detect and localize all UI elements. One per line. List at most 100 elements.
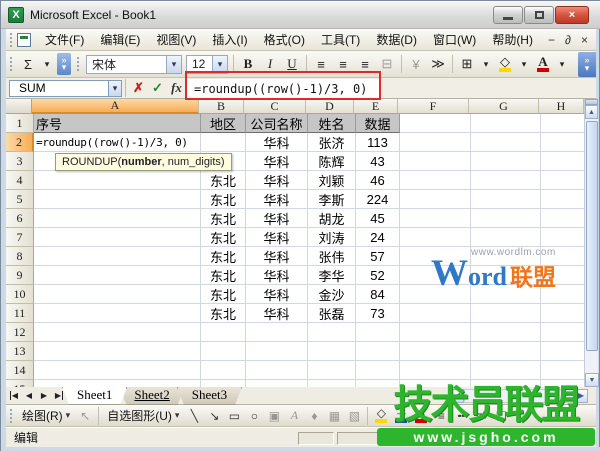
cell-B11[interactable]: 东北: [201, 304, 246, 323]
cell-A10[interactable]: [34, 285, 201, 304]
arrow-icon[interactable]: ↘: [205, 407, 223, 425]
column-header-H[interactable]: H: [539, 99, 584, 114]
maximize-button[interactable]: [524, 6, 554, 24]
merge-center-button[interactable]: ⊟: [377, 54, 397, 74]
cell-A2[interactable]: =roundup((row()-1)/3, 0): [34, 133, 201, 152]
clip-art-icon[interactable]: ▦: [325, 407, 343, 425]
cell-C10[interactable]: 华科: [246, 285, 308, 304]
cell-H1[interactable]: [541, 114, 584, 133]
cell-G10[interactable]: [471, 285, 541, 304]
cell-G2[interactable]: [471, 133, 541, 152]
cell-H7[interactable]: [541, 228, 584, 247]
cell-A4[interactable]: [34, 171, 201, 190]
cell-C4[interactable]: 华科: [246, 171, 308, 190]
cell-G11[interactable]: [471, 304, 541, 323]
cell-C2[interactable]: 华科: [246, 133, 308, 152]
vertical-scrollbar[interactable]: ▲ ▼: [584, 99, 598, 387]
wordart-icon[interactable]: A: [285, 407, 303, 425]
cell-G8[interactable]: [471, 247, 541, 266]
horizontal-scrollbar[interactable]: [464, 389, 574, 403]
cell-C15[interactable]: [246, 380, 308, 387]
cell-E2[interactable]: 113: [356, 133, 400, 152]
cell-D10[interactable]: 金沙: [308, 285, 356, 304]
cell-G6[interactable]: [471, 209, 541, 228]
toolbar-grip[interactable]: [10, 57, 13, 71]
cell-B14[interactable]: [201, 361, 246, 380]
menu-item[interactable]: 窗口(W): [425, 28, 484, 51]
row-header-6[interactable]: 6: [6, 209, 34, 228]
bold-button[interactable]: B: [238, 54, 258, 74]
cell-A13[interactable]: [34, 342, 201, 361]
cell-E5[interactable]: 224: [356, 190, 400, 209]
cell-E3[interactable]: 43: [356, 152, 400, 171]
font-color-button[interactable]: A: [533, 54, 553, 74]
cell-E4[interactable]: 46: [356, 171, 400, 190]
cell-E6[interactable]: 45: [356, 209, 400, 228]
cell-B5[interactable]: 东北: [201, 190, 246, 209]
cell-D15[interactable]: [308, 380, 356, 387]
cell-G4[interactable]: [471, 171, 541, 190]
oval-icon[interactable]: ○: [245, 407, 263, 425]
increase-indent-button[interactable]: ≫: [428, 54, 448, 74]
cell-D6[interactable]: 胡龙: [308, 209, 356, 228]
diagram-icon[interactable]: ♦: [305, 407, 323, 425]
cell-G3[interactable]: [471, 152, 541, 171]
borders-button[interactable]: ⊞: [457, 54, 477, 74]
menu-item[interactable]: 插入(I): [204, 28, 255, 51]
sheet-tab-sheet2[interactable]: Sheet2: [119, 387, 184, 405]
cell-G13[interactable]: [471, 342, 541, 361]
cell-D13[interactable]: [308, 342, 356, 361]
insert-function-icon[interactable]: fx: [168, 80, 185, 97]
toolbar-options-icon[interactable]: »▾: [57, 53, 71, 75]
cell-C12[interactable]: [246, 323, 308, 342]
cell-F2[interactable]: [400, 133, 471, 152]
cell-B1[interactable]: 地区: [201, 114, 246, 133]
cell-F6[interactable]: [400, 209, 471, 228]
cell-B9[interactable]: 东北: [201, 266, 246, 285]
cell-B13[interactable]: [201, 342, 246, 361]
row-header-3[interactable]: 3: [6, 152, 34, 171]
cell-D9[interactable]: 李华: [308, 266, 356, 285]
shape-fill-icon[interactable]: ◇: [372, 407, 390, 425]
scroll-up-icon[interactable]: ▲: [585, 105, 598, 119]
cell-H4[interactable]: [541, 171, 584, 190]
select-all-corner[interactable]: [6, 99, 32, 114]
row-header-15[interactable]: 15: [6, 380, 34, 387]
row-header-14[interactable]: 14: [6, 361, 34, 380]
cell-B4[interactable]: 东北: [201, 171, 246, 190]
cell-D12[interactable]: [308, 323, 356, 342]
cell-C9[interactable]: 华科: [246, 266, 308, 285]
column-header-A[interactable]: A: [32, 99, 199, 114]
row-header-12[interactable]: 12: [6, 323, 34, 342]
toolbar-options-icon[interactable]: »▾: [578, 52, 596, 77]
cell-A14[interactable]: [34, 361, 201, 380]
cell-H8[interactable]: [541, 247, 584, 266]
line-color-icon[interactable]: —: [392, 407, 410, 425]
borders-dropdown-icon[interactable]: ▾: [479, 54, 493, 74]
name-box-dropdown-icon[interactable]: ▾: [109, 80, 122, 97]
menu-item[interactable]: 帮助(H): [484, 28, 541, 51]
next-sheet-button[interactable]: ▶: [37, 389, 51, 403]
row-header-1[interactable]: 1: [6, 114, 34, 133]
select-objects-icon[interactable]: ↖: [76, 407, 94, 425]
cell-F8[interactable]: [400, 247, 471, 266]
line-style-icon[interactable]: ≡: [432, 407, 450, 425]
cell-D4[interactable]: 刘颖: [308, 171, 356, 190]
font-size-select[interactable]: 12▾: [186, 55, 228, 74]
cell-E1[interactable]: 数据: [356, 114, 400, 133]
cell-C6[interactable]: 华科: [246, 209, 308, 228]
cell-H9[interactable]: [541, 266, 584, 285]
cell-E15[interactable]: [356, 380, 400, 387]
cell-F13[interactable]: [400, 342, 471, 361]
sheet-tab-sheet3[interactable]: Sheet3: [177, 387, 242, 405]
row-header-13[interactable]: 13: [6, 342, 34, 361]
cell-F9[interactable]: [400, 266, 471, 285]
menu-item[interactable]: 数据(D): [368, 28, 425, 51]
prev-sheet-button[interactable]: ◀: [22, 389, 36, 403]
cell-A1[interactable]: 序号: [34, 114, 201, 133]
cell-B10[interactable]: 东北: [201, 285, 246, 304]
cell-F10[interactable]: [400, 285, 471, 304]
cell-G5[interactable]: [471, 190, 541, 209]
cell-B6[interactable]: 东北: [201, 209, 246, 228]
cell-A5[interactable]: [34, 190, 201, 209]
